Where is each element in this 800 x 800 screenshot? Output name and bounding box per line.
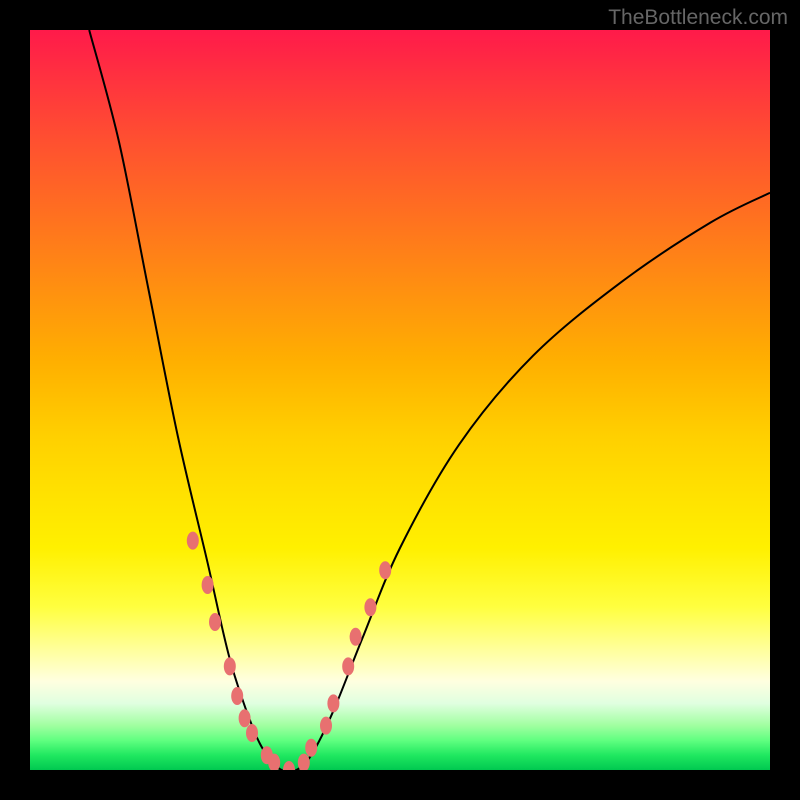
data-point <box>187 532 199 550</box>
data-point <box>283 761 295 770</box>
chart-svg <box>30 30 770 770</box>
data-point <box>298 754 310 770</box>
data-point <box>231 687 243 705</box>
data-point <box>209 613 221 631</box>
data-point <box>305 739 317 757</box>
data-point <box>364 598 376 616</box>
data-point <box>320 717 332 735</box>
data-point <box>246 724 258 742</box>
watermark-text: TheBottleneck.com <box>608 6 788 30</box>
data-point <box>350 628 362 646</box>
data-point <box>239 709 251 727</box>
data-point <box>327 694 339 712</box>
data-point <box>224 657 236 675</box>
data-point <box>342 657 354 675</box>
data-point <box>379 561 391 579</box>
data-point <box>202 576 214 594</box>
overlay-dots <box>187 532 391 770</box>
bottleneck-curve <box>89 30 770 770</box>
